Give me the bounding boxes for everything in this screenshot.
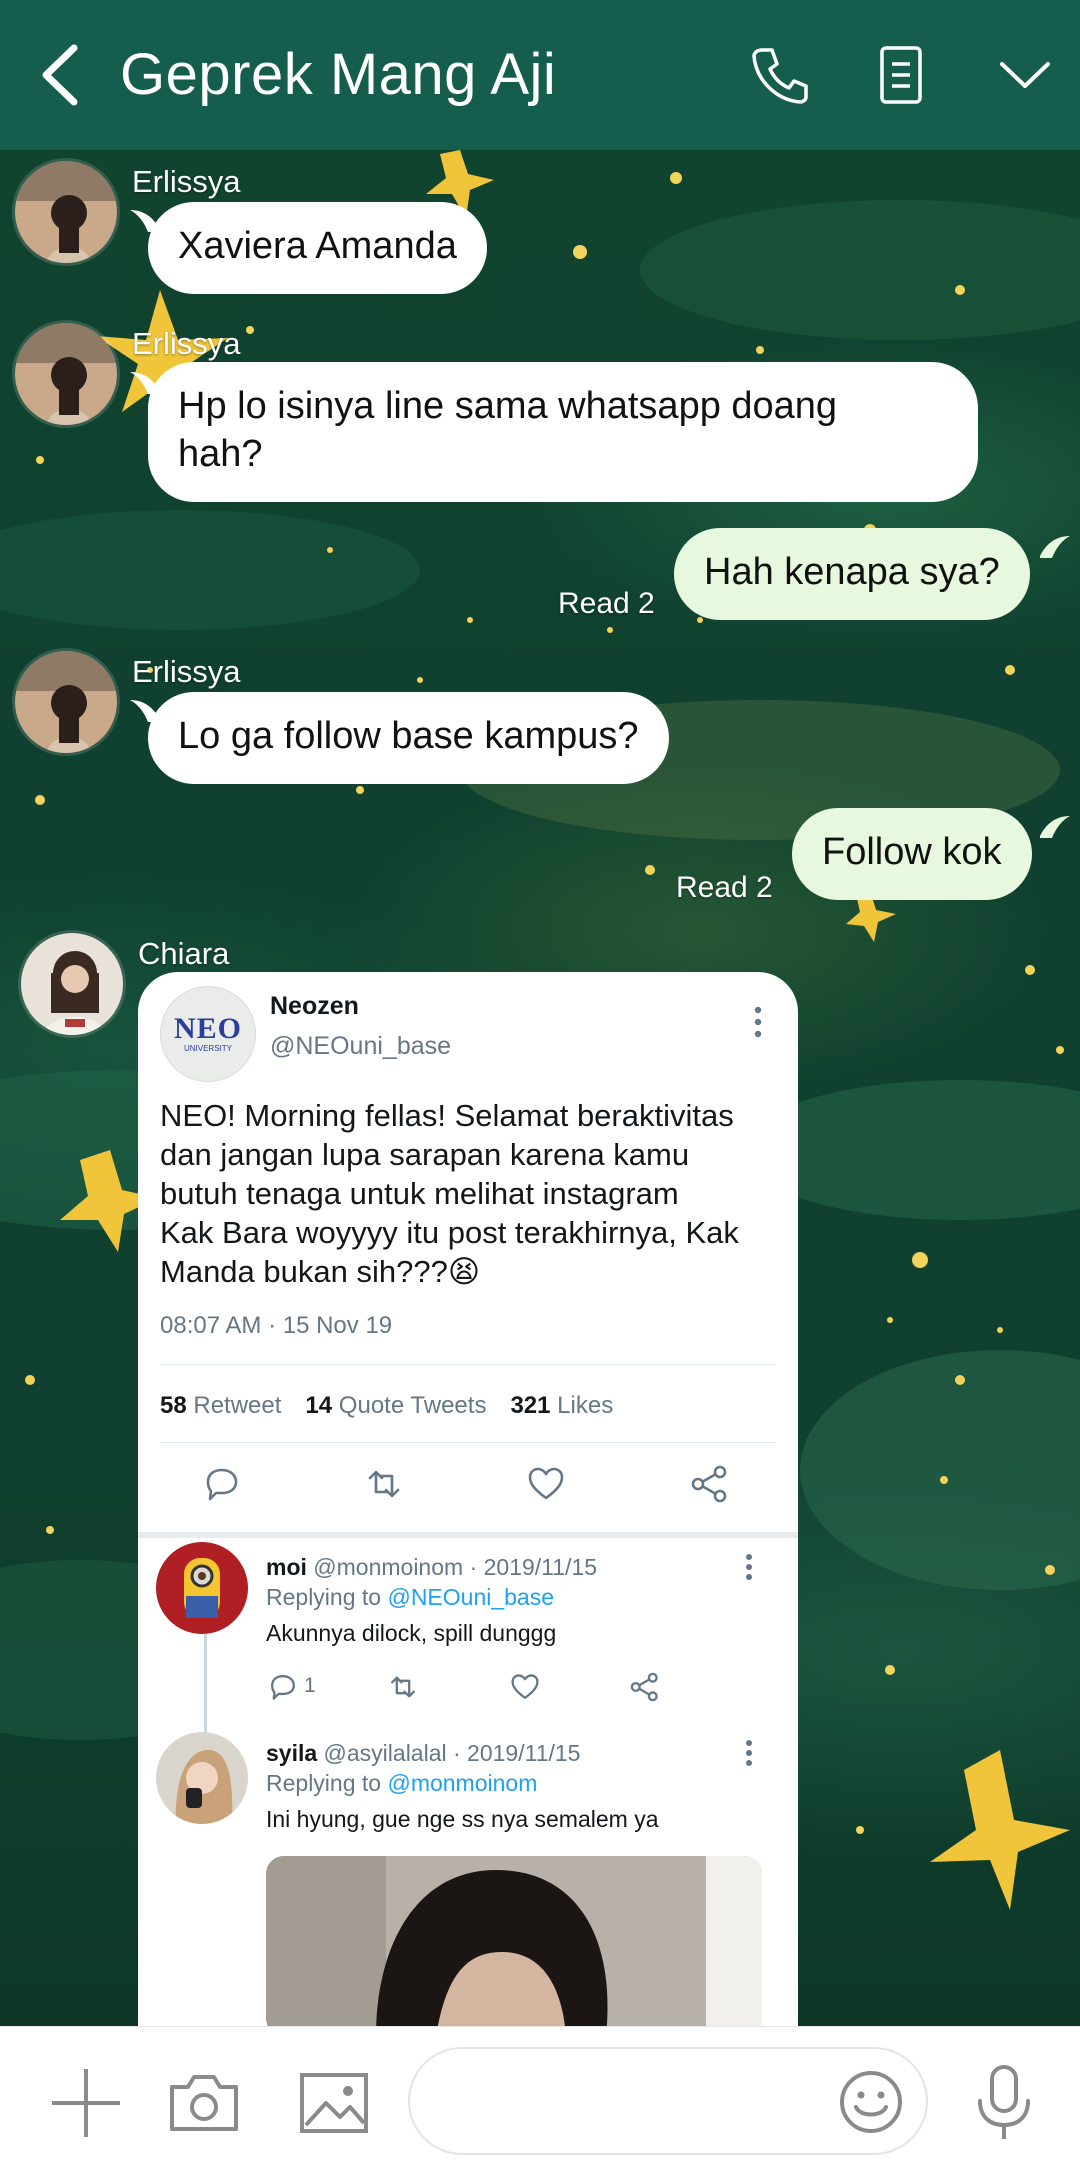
message-text: Xaviera Amanda	[178, 225, 457, 267]
avatar-erlissya[interactable]	[12, 158, 120, 266]
message-bubble[interactable]: Hah kenapa sya?	[674, 528, 1030, 620]
message-text: Lo ga follow base kampus?	[178, 715, 639, 757]
message-text: Follow kok	[822, 831, 1002, 873]
avatar-chiara[interactable]	[18, 930, 126, 1038]
tweet-text-line: NEO! Morning fellas! Selamat beraktivita…	[160, 1098, 734, 1133]
bubble-tail	[1040, 816, 1070, 838]
sender-name: Erlissya	[132, 326, 241, 361]
sender-name: Erlissya	[132, 654, 241, 689]
tweet-text: NEO! Morning fellas! Selamat beraktivita…	[160, 1096, 780, 1291]
tweet-text-line: Kak Bara woyyyy itu post terakhirnya, Ka…	[160, 1215, 739, 1250]
retweet-icon	[368, 1470, 400, 1498]
message-text-line: hah?	[178, 433, 263, 475]
share-icon	[691, 1465, 727, 1503]
tweet-text-line: dan jangan lupa sarapan karena kamu	[160, 1137, 690, 1172]
reply-header: syila @asyilalalal · 2019/11/15	[266, 1740, 581, 1766]
reply-icon	[206, 1468, 238, 1501]
kebab-menu-icon	[746, 1740, 752, 1766]
read-receipt: Read 2	[558, 587, 655, 620]
quote-stat: 14 Quote Tweets	[305, 1392, 487, 1419]
tweet-actions	[138, 1462, 798, 1532]
reply-text: Ini hyung, gue nge ss nya semalem ya	[266, 1806, 659, 1832]
reply-replying-to: Replying to @NEOuni_base	[266, 1584, 555, 1610]
like-icon	[528, 1467, 564, 1500]
message-text-line: Hp lo isinya line sama whatsapp doang	[178, 385, 838, 427]
divider	[160, 1364, 776, 1365]
avatar-erlissya[interactable]	[12, 648, 120, 756]
chat-header: Geprek Mang Aji	[0, 0, 1080, 150]
shared-tweet-image[interactable]: NEO UNIVERSITY Neozen @NEOuni_base NEO! …	[138, 972, 798, 2026]
plus-icon[interactable]	[46, 2063, 126, 2143]
tweet-author-avatar: NEO UNIVERSITY	[160, 986, 256, 1082]
kebab-menu-icon	[754, 1006, 762, 1038]
message-bubble[interactable]: Hp lo isinya line sama whatsapp doang ha…	[148, 362, 978, 502]
chevron-down-icon[interactable]	[990, 40, 1060, 110]
reply-count: 1	[304, 1674, 316, 1697]
kebab-menu-icon	[746, 1554, 752, 1580]
reply-text: Akunnya dilock, spill dunggg	[266, 1620, 557, 1646]
reply-header: moi @monmoinom · 2019/11/15	[266, 1554, 598, 1580]
tweet-text-line: butuh tenaga untuk melihat instagram	[160, 1176, 679, 1211]
message-bubble[interactable]: Lo ga follow base kampus?	[148, 692, 669, 784]
sender-name: Chiara	[138, 936, 230, 971]
sender-name: Erlissya	[132, 164, 241, 199]
message-bubble[interactable]: Follow kok	[792, 808, 1032, 900]
message-text: Hah kenapa sya?	[704, 551, 1000, 593]
reply-actions: 1	[266, 1670, 686, 1710]
microphone-icon[interactable]	[964, 2063, 1044, 2143]
reply-avatar	[156, 1542, 248, 1634]
bubble-tail	[1040, 536, 1070, 558]
reply-photo	[266, 1856, 762, 2026]
tweet-author-name: Neozen	[270, 992, 359, 1020]
share-icon	[630, 1672, 658, 1702]
retweet-stat: 58 Retweet	[160, 1392, 282, 1419]
divider	[160, 1442, 776, 1443]
phone-icon[interactable]	[744, 40, 814, 110]
emoji-icon[interactable]	[836, 2067, 906, 2137]
avatar-erlissya[interactable]	[12, 320, 120, 428]
reply-replying-to: Replying to @monmoinom	[266, 1770, 538, 1796]
like-icon	[511, 1674, 539, 1699]
reply-thread-line	[204, 1634, 207, 1738]
likes-stat: 321 Likes	[510, 1392, 614, 1419]
image-icon[interactable]	[294, 2063, 374, 2143]
message-input-bar	[0, 2026, 1080, 2176]
tweet-text-line: Manda bukan sih???😫	[160, 1254, 481, 1289]
tweet-author-handle: @NEOuni_base	[270, 1032, 452, 1060]
reply-avatar	[156, 1732, 248, 1824]
retweet-icon	[391, 1676, 415, 1698]
message-bubble[interactable]: Xaviera Amanda	[148, 202, 487, 294]
divider	[138, 1532, 798, 1538]
tweet-timestamp: 08:07 AM · 15 Nov 19	[160, 1312, 393, 1339]
chat-title[interactable]: Geprek Mang Aji	[120, 38, 556, 112]
back-arrow-icon[interactable]	[30, 38, 100, 112]
tweet-stats: 58 Retweet 14 Quote Tweets 321 Likes	[160, 1392, 613, 1420]
read-receipt: Read 2	[676, 871, 773, 904]
neo-logo-subtext: UNIVERSITY	[183, 1044, 232, 1053]
neo-logo: NEO	[173, 1012, 242, 1045]
reply-icon	[271, 1675, 295, 1700]
camera-icon[interactable]	[164, 2063, 244, 2143]
notes-icon[interactable]	[866, 40, 936, 110]
